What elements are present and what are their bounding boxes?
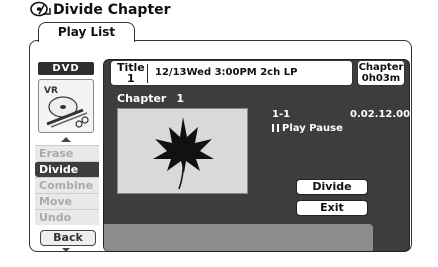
scroll-up-icon[interactable] xyxy=(61,137,71,142)
vr-disc-icon: VR xyxy=(38,79,94,133)
maple-leaf-image xyxy=(153,117,214,190)
menu-item-move[interactable]: Move xyxy=(35,193,99,209)
chapter-length-box: Chapter 0h03m xyxy=(357,60,405,86)
title-info-bar: Title 1 12/13Wed 3:00PM 2ch LP xyxy=(110,60,353,86)
playback-time: 0.02.12.00 xyxy=(350,109,411,120)
playback-status: Play Pause xyxy=(272,123,343,134)
exit-button[interactable]: Exit xyxy=(296,200,368,216)
edit-menu: Erase Divide Combine Move Undo xyxy=(35,145,99,225)
disc-edit-icon xyxy=(30,1,51,17)
tab-play-list[interactable]: Play List xyxy=(38,22,135,42)
title-recording-info: 12/13Wed 3:00PM 2ch LP xyxy=(155,67,298,78)
title-number-label: Title 1 xyxy=(117,61,145,85)
pause-icon xyxy=(272,124,279,132)
chapter-heading: Chapter 1 xyxy=(117,92,185,105)
message-bar xyxy=(104,224,373,251)
menu-item-combine[interactable]: Combine xyxy=(35,177,99,193)
title-divider xyxy=(147,64,148,83)
video-thumbnail xyxy=(117,108,248,194)
chapter-position: 1-1 xyxy=(272,109,291,120)
menu-item-erase[interactable]: Erase xyxy=(35,145,99,161)
menu-item-undo[interactable]: Undo xyxy=(35,209,99,225)
scroll-down-icon[interactable] xyxy=(62,248,70,252)
divide-button[interactable]: Divide xyxy=(296,179,368,195)
menu-item-divide[interactable]: Divide xyxy=(35,161,99,177)
screen-title: Divide Chapter xyxy=(53,2,171,18)
back-button[interactable]: Back xyxy=(40,230,96,246)
dvd-logo: DVD xyxy=(38,62,94,75)
disc-label: VR xyxy=(44,86,58,96)
